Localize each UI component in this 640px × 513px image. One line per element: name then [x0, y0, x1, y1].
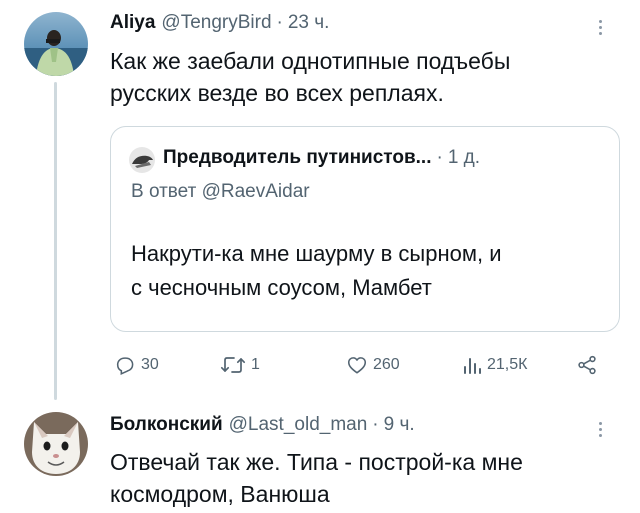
- reply-count: 30: [141, 356, 159, 373]
- tweet-text-line: космодром, Ванюша: [110, 481, 330, 507]
- tweet-text: Отвечай так же. Типа - построй-ка мне ко…: [110, 446, 523, 510]
- more-icon[interactable]: [594, 20, 606, 35]
- share-button[interactable]: [576, 354, 598, 376]
- tweet-bolkonsky[interactable]: Болконский @Last_old_man · 9 ч. Отвечай …: [0, 400, 640, 513]
- quoted-header: Предводитель путинистов... · 1 д.: [163, 147, 480, 169]
- author-handle[interactable]: @Last_old_man: [229, 414, 368, 436]
- views-icon: [464, 358, 481, 374]
- thread-line: [54, 82, 57, 400]
- quoted-text-line: Накрути-ка мне шаурму в сырном, и: [131, 241, 502, 266]
- timestamp[interactable]: 9 ч.: [384, 414, 415, 436]
- reply-button[interactable]: 30: [114, 354, 159, 376]
- avatar[interactable]: [24, 412, 88, 476]
- tweet-text-line: русских везде во всех реплаях.: [110, 80, 444, 106]
- separator-dot: ·: [372, 414, 379, 435]
- quoted-reply-context: В ответ @RaevAidar: [131, 181, 310, 203]
- separator-dot: ·: [276, 12, 283, 33]
- quoted-avatar[interactable]: [129, 147, 155, 173]
- reply-mention[interactable]: @RaevAidar: [202, 181, 310, 202]
- author-handle[interactable]: @TengryBird: [161, 12, 271, 34]
- tweet-header: Aliya @TengryBird · 23 ч.: [110, 12, 329, 34]
- more-icon[interactable]: [594, 422, 606, 437]
- share-icon: [578, 355, 596, 375]
- tweet-header: Болконский @Last_old_man · 9 ч.: [110, 414, 415, 436]
- reply-icon: [116, 357, 134, 376]
- author-name[interactable]: Aliya: [110, 12, 155, 34]
- like-count: 260: [373, 356, 400, 373]
- author-name[interactable]: Болконский: [110, 414, 223, 436]
- avatar[interactable]: [24, 12, 88, 76]
- action-bar: 30 1 260 21,5К: [110, 346, 620, 386]
- like-button[interactable]: 260: [346, 354, 400, 376]
- retweet-button[interactable]: 1: [220, 354, 260, 376]
- separator-dot: ·: [436, 147, 443, 168]
- tweet-text: Как же заебали однотипные подъебы русски…: [110, 45, 510, 109]
- views-count: 21,5К: [487, 356, 528, 373]
- quoted-tweet[interactable]: Предводитель путинистов... · 1 д. В отве…: [110, 126, 620, 332]
- tweet-aliya[interactable]: Aliya @TengryBird · 23 ч. Как же заебали…: [0, 0, 640, 400]
- heart-icon: [347, 357, 367, 374]
- timestamp[interactable]: 23 ч.: [288, 12, 330, 34]
- quoted-text: Накрути-ка мне шаурму в сырном, и с чесн…: [131, 237, 502, 305]
- quoted-author-name[interactable]: Предводитель путинистов...: [163, 147, 431, 169]
- retweet-count: 1: [251, 356, 260, 373]
- quoted-text-line: с чесночным соусом, Мамбет: [131, 275, 432, 300]
- tweet-text-line: Как же заебали однотипные подъебы: [110, 48, 511, 74]
- tweet-text-line: Отвечай так же. Типа - построй-ка мне: [110, 449, 523, 475]
- views-button[interactable]: 21,5К: [462, 354, 527, 376]
- quoted-timestamp[interactable]: 1 д.: [448, 147, 480, 169]
- reply-prefix: В ответ: [131, 181, 197, 202]
- retweet-icon: [220, 357, 246, 373]
